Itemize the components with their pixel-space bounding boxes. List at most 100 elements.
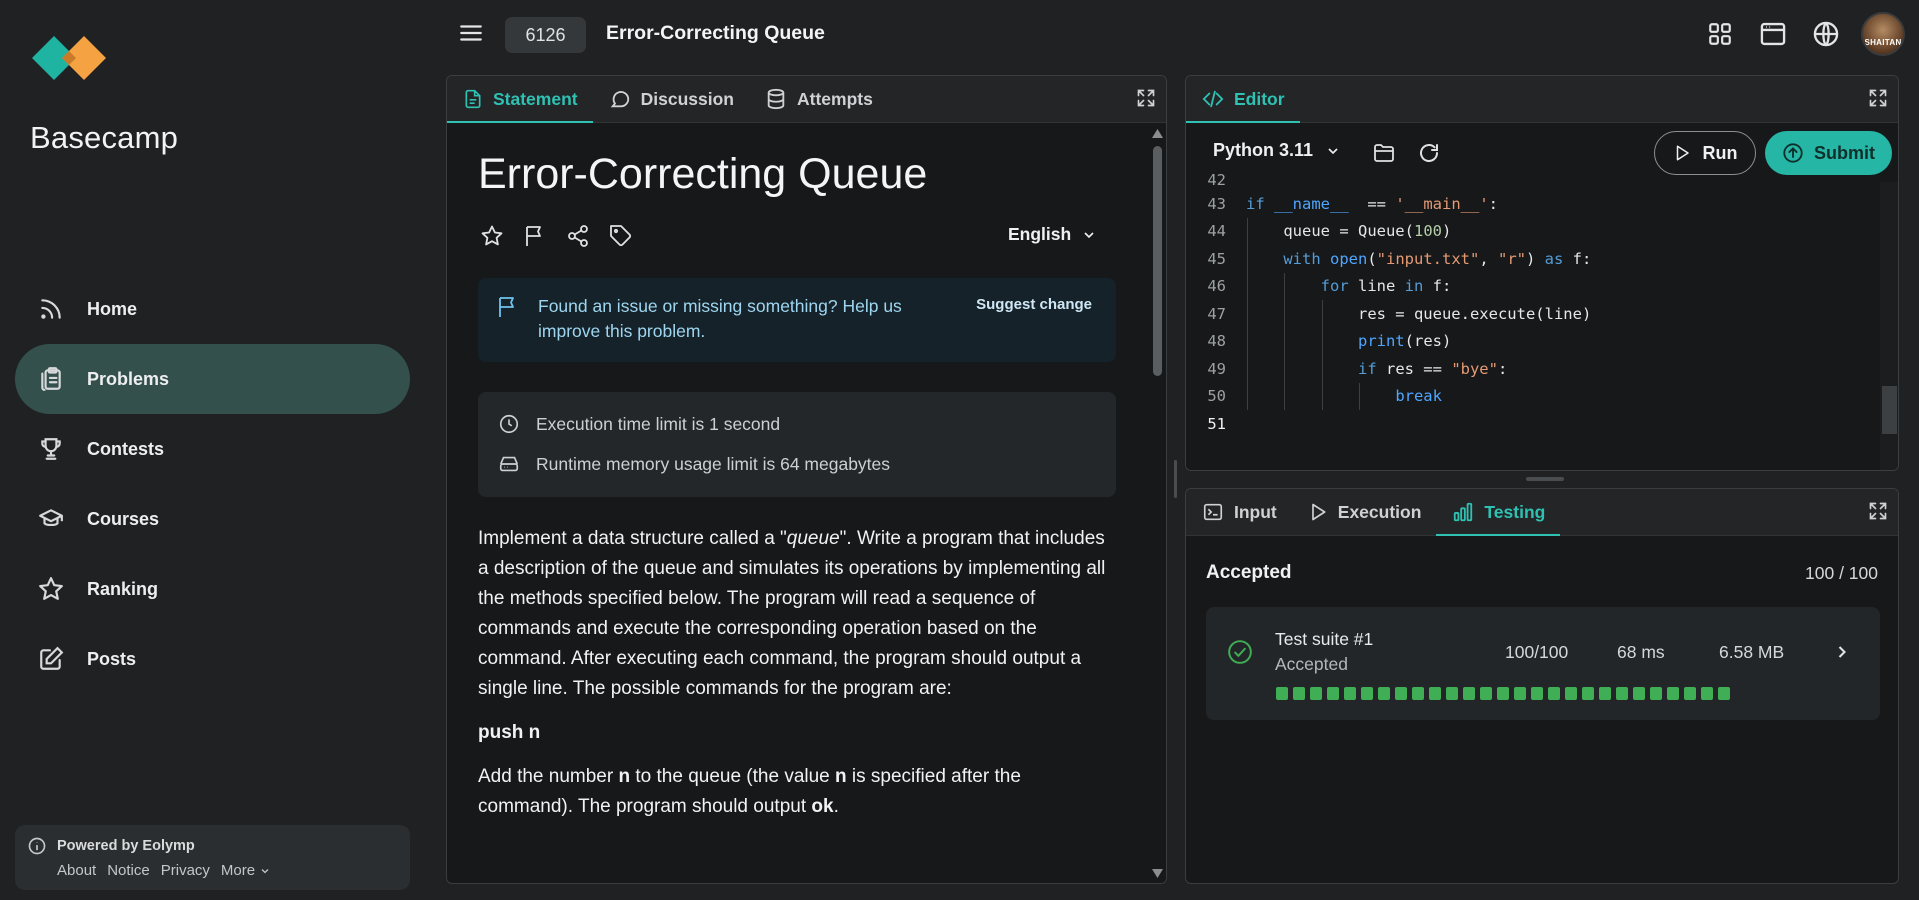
language-select[interactable]: English	[1008, 224, 1097, 245]
window-layout-icon[interactable]	[1755, 12, 1791, 56]
test-results-strip	[1276, 687, 1730, 700]
suite-time: 68 ms	[1617, 642, 1665, 662]
test-pass-marker	[1667, 687, 1679, 700]
share-icon[interactable]	[566, 224, 590, 248]
sidebar-item-problems[interactable]: Problems	[15, 344, 410, 414]
code-line: 51	[1186, 410, 1880, 438]
powered-by-title: Powered by Eolymp	[57, 838, 195, 854]
editor-scrollbar[interactable]	[1880, 182, 1898, 470]
horizontal-resize-handle[interactable]	[1526, 477, 1564, 481]
command-name: push n	[478, 722, 541, 743]
flag-icon[interactable]	[523, 224, 547, 248]
sidebar-item-posts[interactable]: Posts	[15, 624, 410, 694]
tab-discussion[interactable]: Discussion	[593, 76, 749, 122]
notice-link[interactable]: Notice	[107, 862, 150, 879]
menu-icon[interactable]	[458, 20, 484, 46]
test-suite-row[interactable]: Test suite #1 Accepted 100/100 68 ms 6.5…	[1206, 607, 1880, 720]
tab-label: Editor	[1234, 88, 1285, 109]
tab-testing[interactable]: Testing	[1436, 489, 1561, 536]
code-token: f:	[1572, 249, 1592, 268]
code-token: "bye"	[1451, 359, 1498, 378]
code-text: if __name__ == '__main__':	[1246, 195, 1498, 213]
code-line: 46 for line in f:	[1186, 272, 1880, 300]
notice-text: Found an issue or missing something? Hel…	[538, 296, 902, 341]
tab-execution[interactable]: Execution	[1292, 489, 1437, 535]
scroll-thumb[interactable]	[1153, 146, 1162, 376]
statement-scrollbar[interactable]	[1149, 124, 1166, 883]
editor-tabs: Editor	[1186, 76, 1898, 123]
code-token: :	[1497, 359, 1508, 378]
tab-attempts[interactable]: Attempts	[749, 76, 888, 122]
sidebar-item-ranking[interactable]: Ranking	[15, 554, 410, 624]
star-icon[interactable]	[480, 224, 504, 248]
star-icon	[37, 575, 65, 603]
sidebar-item-home[interactable]: Home	[15, 274, 410, 344]
user-avatar[interactable]: SHAITAN	[1861, 12, 1905, 56]
problem-id-badge: 6126	[505, 17, 586, 53]
line-number: 42	[1207, 171, 1226, 189]
hard-drive-icon	[498, 453, 520, 475]
code-token: res = queue.execute(line)	[1246, 304, 1592, 323]
code-editor[interactable]: 42 43 if __name__ == '__main__': 44 queue …	[1186, 171, 1880, 470]
output-tabs: Input Execution Testing	[1186, 489, 1898, 536]
test-pass-marker	[1480, 687, 1492, 700]
sidebar-item-courses[interactable]: Courses	[15, 484, 410, 554]
tab-statement[interactable]: Statement	[447, 76, 593, 123]
suggest-change-link[interactable]: Suggest change	[976, 296, 1092, 313]
limits-box: Execution time limit is 1 second Runtime…	[478, 392, 1116, 497]
expand-icon[interactable]	[1868, 501, 1888, 521]
chevron-down-icon	[1325, 143, 1341, 159]
code-token: )	[1441, 222, 1452, 241]
globe-icon[interactable]	[1808, 12, 1844, 56]
apps-grid-icon[interactable]	[1702, 12, 1738, 56]
code-text: res = queue.execute(line)	[1246, 305, 1591, 323]
code-token: 100	[1413, 222, 1442, 241]
command-heading: push n	[478, 718, 1118, 748]
sidebar-item-label: Courses	[87, 508, 160, 529]
time-limit: Execution time limit is 1 second	[498, 413, 780, 435]
language-select[interactable]: Python 3.11	[1213, 140, 1341, 161]
scroll-thumb[interactable]	[1882, 386, 1897, 434]
privacy-link[interactable]: Privacy	[161, 862, 210, 879]
more-dropdown[interactable]: More	[221, 862, 271, 879]
scroll-up-icon[interactable]	[1152, 129, 1163, 138]
basecamp-logo[interactable]	[30, 34, 110, 94]
feedback-notice: Found an issue or missing something? Hel…	[478, 278, 1116, 362]
refresh-icon[interactable]	[1417, 141, 1441, 165]
clipboard-icon	[37, 365, 65, 393]
chevron-right-icon[interactable]	[1832, 642, 1852, 662]
tab-editor[interactable]: Editor	[1186, 76, 1300, 123]
indent-guide	[1247, 300, 1248, 328]
folder-icon[interactable]	[1372, 141, 1396, 165]
code-text: queue = Queue(100)	[1246, 222, 1451, 240]
sidebar-item-label: Home	[87, 298, 138, 319]
tab-label: Statement	[493, 88, 578, 109]
tag-icon[interactable]	[609, 224, 633, 248]
statement-body: Error-Correcting Queue English Found an …	[447, 124, 1149, 883]
indent-guide	[1247, 355, 1248, 383]
test-pass-marker	[1684, 687, 1696, 700]
submit-button[interactable]: Submit	[1765, 131, 1892, 175]
suite-memory: 6.58 MB	[1719, 642, 1785, 662]
time-limit-text: Execution time limit is 1 second	[536, 413, 781, 434]
document-icon	[463, 89, 483, 109]
test-pass-marker	[1701, 687, 1713, 700]
sidebar-item-label: Contests	[87, 438, 165, 459]
upload-circle-icon	[1782, 142, 1804, 164]
run-button[interactable]: Run	[1654, 131, 1756, 175]
tab-input[interactable]: Input	[1186, 489, 1292, 535]
about-link[interactable]: About	[57, 862, 96, 879]
test-pass-marker	[1412, 687, 1424, 700]
sidebar-item-contests[interactable]: Contests	[15, 414, 410, 484]
bar-chart-icon	[1452, 501, 1474, 523]
scroll-down-icon[interactable]	[1152, 869, 1163, 878]
test-pass-marker	[1395, 687, 1407, 700]
indent-guide	[1247, 245, 1248, 273]
trophy-icon	[37, 435, 65, 463]
vertical-resize-handle[interactable]	[1174, 460, 1177, 498]
expand-icon[interactable]	[1136, 88, 1156, 108]
expand-icon[interactable]	[1868, 88, 1888, 108]
indent-guide	[1284, 300, 1286, 328]
language-label: English	[1008, 224, 1072, 244]
